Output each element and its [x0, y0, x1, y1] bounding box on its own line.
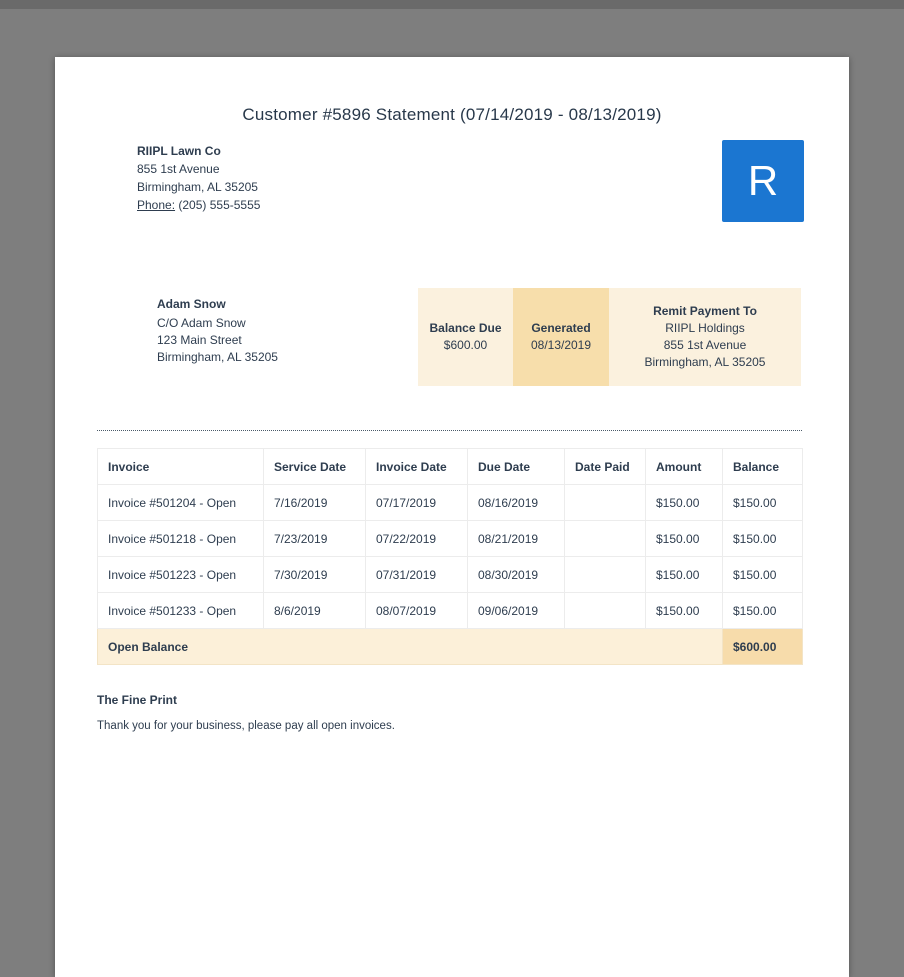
cell-balance: $150.00 — [722, 484, 803, 521]
cell-service-date: 7/16/2019 — [263, 484, 366, 521]
cell-service-date: 7/30/2019 — [263, 556, 366, 593]
cell-date-paid — [564, 484, 646, 521]
cell-service-date: 8/6/2019 — [263, 592, 366, 629]
cell-invoice: Invoice #501204 - Open — [97, 484, 264, 521]
remit-address1: 855 1st Avenue — [663, 338, 747, 352]
header-balance: Balance — [722, 448, 803, 485]
company-address-line1: 855 1st Avenue — [137, 162, 220, 176]
cell-amount: $150.00 — [645, 556, 723, 593]
cell-balance: $150.00 — [722, 556, 803, 593]
phone-label: Phone: — [137, 198, 176, 212]
cell-due-date: 08/21/2019 — [467, 520, 565, 557]
logo-letter-icon: R — [747, 157, 779, 204]
fine-print-body: Thank you for your business, please pay … — [97, 720, 395, 732]
summary-panel: Balance Due $600.00 Generated 08/13/2019… — [418, 288, 801, 386]
customer-line2: 123 Main Street — [157, 333, 242, 347]
header-date-paid: Date Paid — [564, 448, 646, 485]
page-title: Customer #5896 Statement (07/14/2019 - 0… — [242, 105, 662, 124]
balance-due-label: Balance Due — [429, 321, 502, 335]
cell-date-paid — [564, 592, 646, 629]
viewer-top-strip — [0, 0, 904, 9]
header-service-date: Service Date — [263, 448, 366, 485]
cell-date-paid — [564, 520, 646, 557]
cell-invoice: Invoice #501233 - Open — [97, 592, 264, 629]
customer-address-block: Adam Snow C/O Adam Snow 123 Main Street … — [157, 296, 278, 366]
cell-invoice: Invoice #501223 - Open — [97, 556, 264, 593]
open-balance-label: Open Balance — [97, 628, 723, 665]
cell-date-paid — [564, 556, 646, 593]
customer-name: Adam Snow — [157, 297, 226, 311]
cell-invoice: Invoice #501218 - Open — [97, 520, 264, 557]
cell-service-date: 7/23/2019 — [263, 520, 366, 557]
generated-cell: Generated 08/13/2019 — [513, 288, 609, 386]
table-header-row: Invoice Service Date Invoice Date Due Da… — [97, 448, 803, 485]
phone-number: (205) 555-5555 — [178, 198, 261, 212]
cell-invoice-date: 07/31/2019 — [365, 556, 468, 593]
customer-line1: C/O Adam Snow — [157, 316, 246, 330]
table-row: Invoice #501233 - Open 8/6/2019 08/07/20… — [97, 592, 803, 629]
cell-invoice-date: 08/07/2019 — [365, 592, 468, 629]
header-invoice: Invoice — [97, 448, 264, 485]
company-name: RIIPL Lawn Co — [137, 144, 221, 158]
cell-invoice-date: 07/22/2019 — [365, 520, 468, 557]
open-balance-value: $600.00 — [722, 628, 803, 665]
remit-name: RIIPL Holdings — [665, 321, 745, 335]
cell-amount: $150.00 — [645, 484, 723, 521]
customer-line3: Birmingham, AL 35205 — [157, 350, 278, 364]
cell-due-date: 08/30/2019 — [467, 556, 565, 593]
invoice-table: Invoice Service Date Invoice Date Due Da… — [97, 448, 803, 665]
remit-payment-cell: Remit Payment To RIIPL Holdings 855 1st … — [609, 288, 801, 386]
cell-due-date: 08/16/2019 — [467, 484, 565, 521]
balance-due-cell: Balance Due $600.00 — [418, 288, 513, 386]
desktop-background: { "doc": { "title": "Customer #5896 Stat… — [0, 0, 904, 977]
header-invoice-date: Invoice Date — [365, 448, 468, 485]
cell-amount: $150.00 — [645, 592, 723, 629]
cell-balance: $150.00 — [722, 592, 803, 629]
balance-due-value: $600.00 — [443, 338, 488, 352]
header-amount: Amount — [645, 448, 723, 485]
remit-label: Remit Payment To — [653, 304, 757, 318]
cell-balance: $150.00 — [722, 520, 803, 557]
remit-address2: Birmingham, AL 35205 — [644, 355, 766, 369]
cell-due-date: 09/06/2019 — [467, 592, 565, 629]
cell-amount: $150.00 — [645, 520, 723, 557]
company-phone-line: Phone: (205) 555-5555 — [137, 196, 260, 214]
generated-value: 08/13/2019 — [530, 338, 592, 352]
open-balance-row: Open Balance $600.00 — [97, 628, 803, 665]
dotted-divider — [97, 430, 802, 431]
table-row: Invoice #501223 - Open 7/30/2019 07/31/2… — [97, 556, 803, 593]
generated-label: Generated — [531, 321, 591, 335]
company-address-block: RIIPL Lawn Co 855 1st Avenue Birmingham,… — [137, 142, 260, 214]
header-due-date: Due Date — [467, 448, 565, 485]
fine-print-title: The Fine Print — [97, 693, 178, 707]
table-row: Invoice #501218 - Open 7/23/2019 07/22/2… — [97, 520, 803, 557]
company-logo: R — [722, 140, 804, 222]
statement-page: Customer #5896 Statement (07/14/2019 - 0… — [55, 57, 849, 977]
company-address-line2: Birmingham, AL 35205 — [137, 180, 258, 194]
table-row: Invoice #501204 - Open 7/16/2019 07/17/2… — [97, 484, 803, 521]
cell-invoice-date: 07/17/2019 — [365, 484, 468, 521]
